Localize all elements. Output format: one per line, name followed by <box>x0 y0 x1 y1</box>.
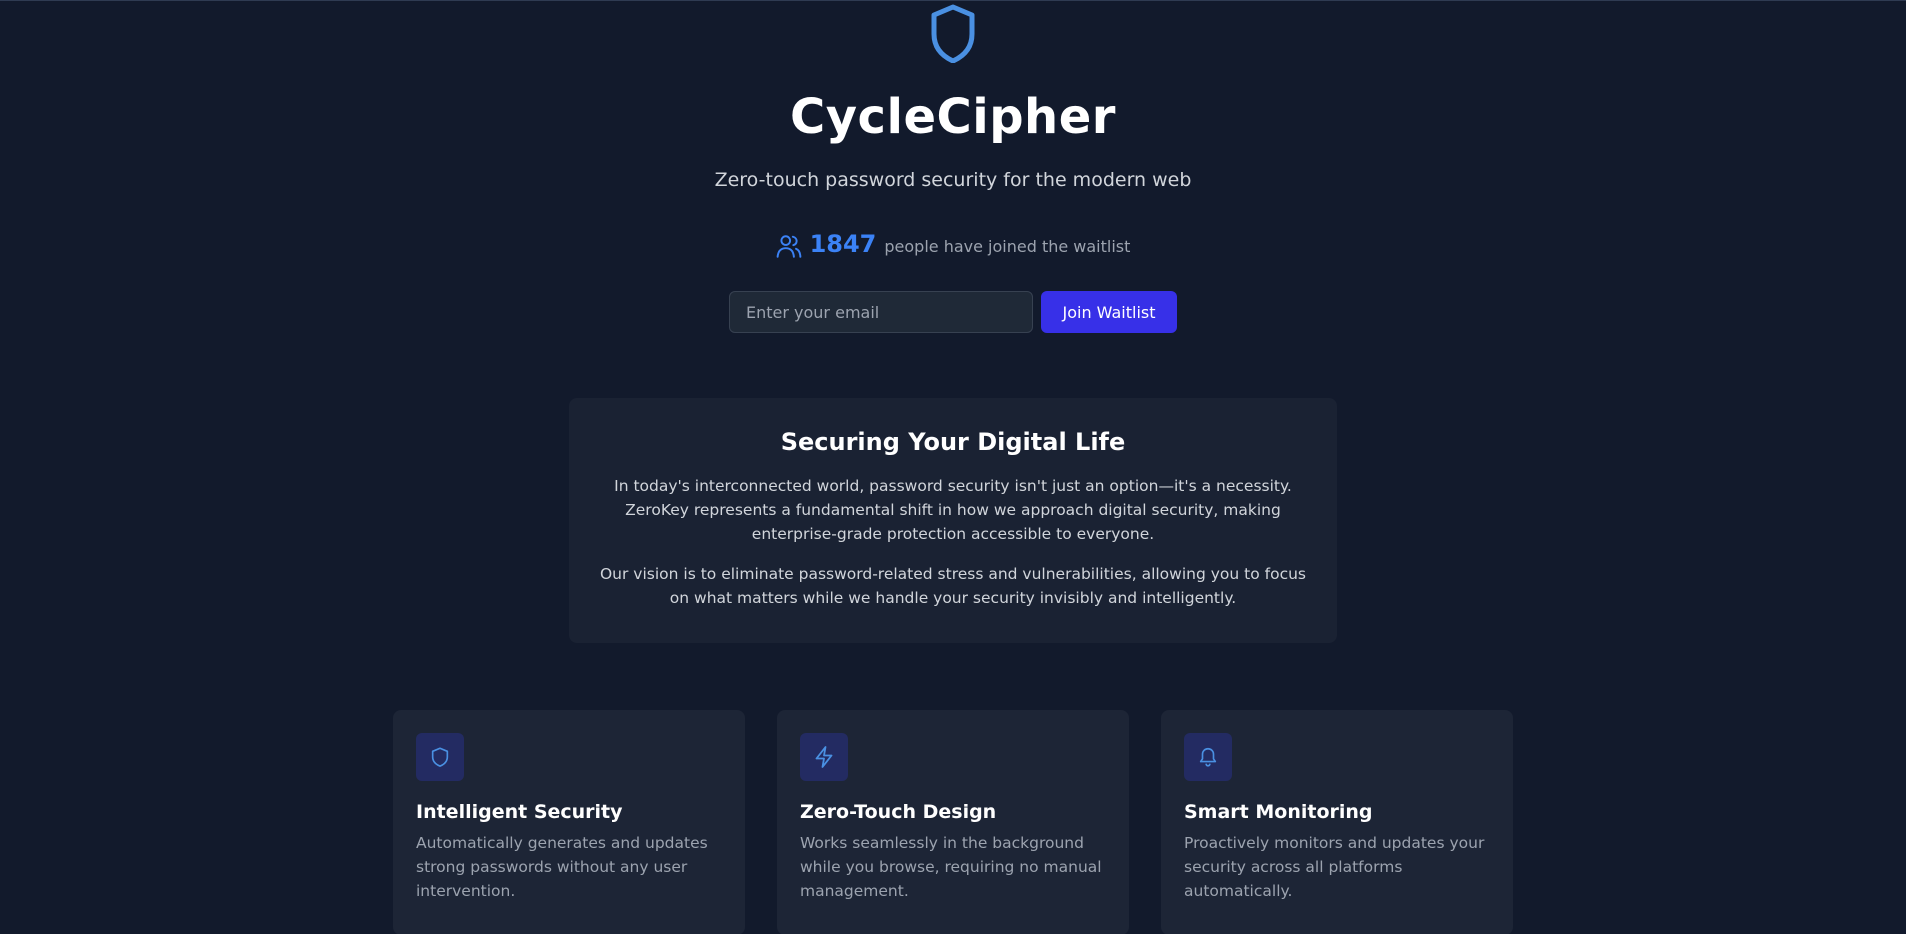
page-subtitle: Zero-touch password security for the mod… <box>714 169 1192 191</box>
feature-description: Automatically generates and updates stro… <box>416 834 708 900</box>
feature-title: Zero-Touch Design <box>800 801 997 823</box>
mission-paragraph: In today's interconnected world, passwor… <box>614 477 1292 543</box>
waitlist-count-label: people have joined the waitlist <box>884 236 1131 256</box>
features-grid: Intelligent Security Automatically gener… <box>393 710 1513 934</box>
feature-icon-container <box>416 733 464 781</box>
email-input[interactable] <box>729 291 1033 333</box>
waitlist-form: Join Waitlist <box>729 291 1177 333</box>
shield-icon <box>431 747 449 767</box>
mission-card: Securing Your Digital Life In today's in… <box>569 398 1337 643</box>
join-waitlist-button[interactable]: Join Waitlist <box>1041 291 1177 333</box>
feature-title: Intelligent Security <box>416 801 623 823</box>
feature-description: Works seamlessly in the background while… <box>800 834 1102 900</box>
shield-icon <box>931 4 975 63</box>
bell-icon <box>1199 747 1217 767</box>
feature-title: Smart Monitoring <box>1184 801 1373 823</box>
mission-paragraph: Our vision is to eliminate password-rela… <box>599 565 1306 607</box>
waitlist-count: 1847 <box>809 230 877 258</box>
waitlist-counter: 1847 people have joined the waitlist <box>0 229 1906 259</box>
feature-icon-container <box>1184 733 1232 781</box>
feature-card-intelligent-security: Intelligent Security Automatically gener… <box>393 710 745 934</box>
feature-description: Proactively monitors and updates your se… <box>1184 834 1485 900</box>
feature-icon-container <box>800 733 848 781</box>
page-title: CycleCipher <box>790 89 1116 145</box>
landing-page: CycleCipher Zero-touch password security… <box>0 0 1906 934</box>
mission-heading: Securing Your Digital Life <box>780 428 1126 456</box>
lightning-icon <box>815 746 833 768</box>
feature-card-smart-monitoring: Smart Monitoring Proactively monitors an… <box>1161 710 1513 934</box>
users-icon <box>776 235 801 258</box>
feature-card-zero-touch-design: Zero-Touch Design Works seamlessly in th… <box>777 710 1129 934</box>
